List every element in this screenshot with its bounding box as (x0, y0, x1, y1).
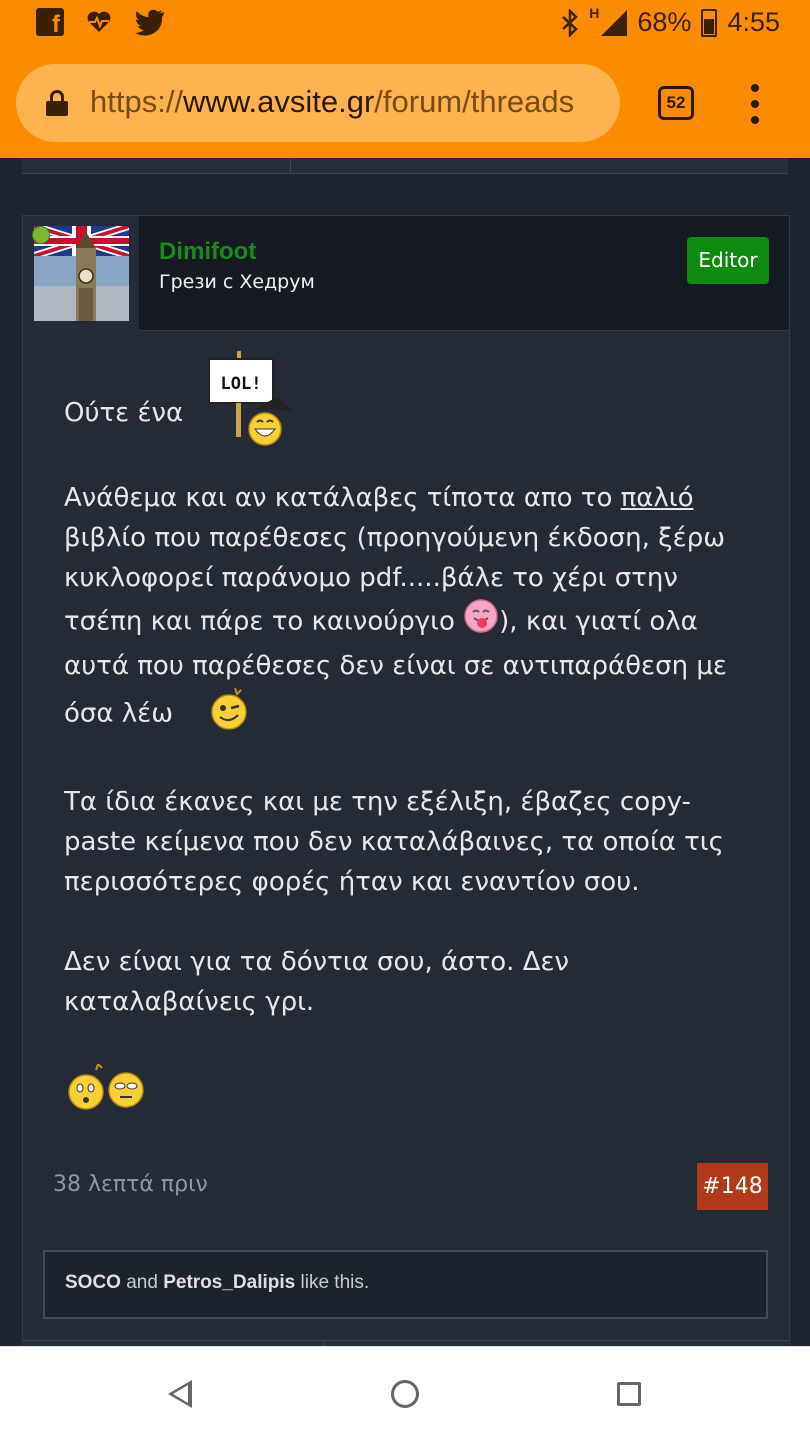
battery-percent: 68% (637, 7, 692, 37)
username-link[interactable]: Dimifoot (159, 238, 256, 266)
message-paragraph: Ούτε ένα (64, 398, 184, 428)
battery-icon (701, 8, 718, 37)
signal-icon (601, 9, 628, 36)
tongue-out-smiley-icon (463, 598, 499, 646)
post-header: Dimifoot Грези с Хедрум Editor (23, 216, 789, 331)
message-paragraph: Τα ίδια έκανες και με την εξέλιξη, έβαζε… (64, 787, 724, 897)
home-icon[interactable] (391, 1380, 419, 1408)
online-status-icon (32, 226, 50, 244)
system-navigation-bar (0, 1346, 810, 1440)
message-paragraph: Δεν είναι για τα δόντια σου, άστο. Δεν κ… (64, 947, 570, 1017)
network-type: H (589, 4, 600, 21)
worried-smiley-icon (64, 1062, 148, 1124)
post-message: Ούτε ένα LOL! Ανάθεμα και αν κατάλαβες τ… (64, 336, 754, 1124)
status-bar: H 68% 4:55 (0, 0, 810, 50)
post-number-link[interactable]: #148 (697, 1163, 768, 1210)
overflow-menu-icon[interactable] (743, 84, 767, 124)
notification-icons (36, 8, 166, 39)
twitter-icon (135, 9, 164, 36)
likes-summary: SOCO and Petros_Dalipis like this. (43, 1250, 768, 1319)
user-title: Грези с Хедрум (159, 271, 315, 293)
browser-toolbar: https://www.avsite.gr/forum/threads 52 (0, 50, 810, 158)
editor-badge: Editor (687, 237, 769, 284)
post-timestamp[interactable]: 38 λεπτά πριν (53, 1172, 208, 1197)
bluetooth-icon (562, 8, 579, 37)
previous-post-footer (22, 158, 788, 174)
liker-link[interactable]: SOCO (65, 1272, 121, 1293)
forum-page: Dimifoot Грези с Хедрум Editor Ούτε ένα … (0, 158, 810, 1346)
system-indicators: H 68% 4:55 (561, 4, 780, 38)
liker-link[interactable]: Petros_Dalipis (163, 1272, 295, 1293)
forum-post: Dimifoot Грези с Хедрум Editor Ούτε ένα … (22, 215, 790, 1346)
url-text[interactable]: https://www.avsite.gr/forum/threads (90, 84, 606, 120)
tab-switcher-button[interactable]: 52 (658, 86, 694, 120)
url-field[interactable]: https://www.avsite.gr/forum/threads (16, 64, 620, 142)
facebook-icon (36, 8, 64, 39)
recent-apps-icon[interactable] (617, 1382, 641, 1406)
winking-smiley-icon (209, 686, 249, 742)
old-book-link[interactable]: παλιό (621, 483, 694, 513)
back-icon[interactable] (168, 1380, 192, 1408)
heart-pulse-icon (87, 11, 111, 32)
lol-sign-text: LOL! (221, 374, 262, 394)
lol-sign-smiley-icon: LOL! (207, 351, 297, 458)
lock-icon[interactable] (46, 90, 68, 116)
clock: 4:55 (727, 7, 780, 37)
